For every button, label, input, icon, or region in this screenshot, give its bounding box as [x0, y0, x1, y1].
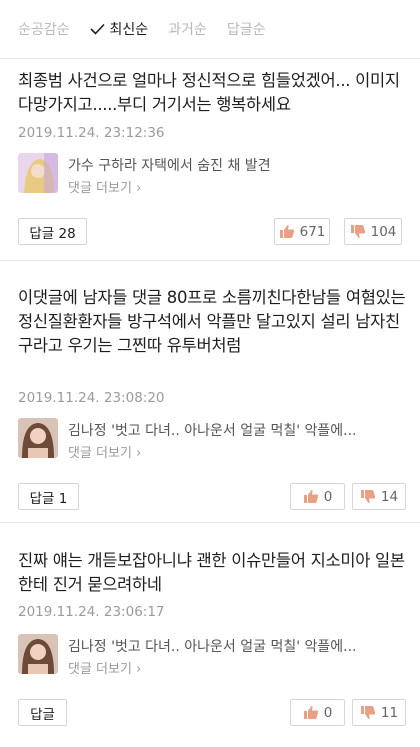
thumbs-down-icon [360, 490, 376, 503]
comment-item: 최종범 사건으로 얼마나 정신적으로 힘들었겠어... 이미지 다망가지고...… [0, 59, 420, 260]
thumbs-up-icon [279, 225, 294, 238]
sort-tab-replies[interactable]: 답글순 [227, 19, 266, 39]
comment-date: 2019.11.24. 23:12:36 [18, 125, 165, 141]
like-button[interactable]: 671 [274, 218, 330, 245]
article-link[interactable]: 김나정 '벗고 다녀.. 아나운서 얼굴 먹칠' 악플에... 댓글 더보기 › [18, 634, 418, 680]
more-comments-link[interactable]: 댓글 더보기 › [68, 177, 141, 196]
sort-tab-latest[interactable]: 최신순 [89, 19, 148, 39]
article-thumbnail [18, 153, 58, 193]
thumbs-up-icon [303, 490, 318, 503]
article-thumbnail [18, 418, 58, 458]
comment-text: 진짜 얘는 개듣보잡아니냐 괜한 이슈만들어 지소미아 일본한테 진거 묻으려하… [18, 551, 405, 594]
more-comments-link[interactable]: 댓글 더보기 › [68, 658, 141, 677]
sort-bar: 순공감순 최신순 과거순 답글순 [0, 0, 420, 58]
article-link[interactable]: 가수 구하라 자택에서 숨진 채 발견 댓글 더보기 › [18, 153, 418, 199]
like-button[interactable]: 0 [290, 699, 345, 726]
more-comments-link[interactable]: 댓글 더보기 › [68, 442, 141, 461]
reply-button[interactable]: 답글 [18, 699, 67, 726]
sort-tab-oldest[interactable]: 과거순 [168, 19, 207, 39]
comment-item: 이댓글에 남자들 댓글 80프로 소름끼친다한남들 여혐있는 정신질환환자들 방… [0, 261, 420, 522]
reply-button[interactable]: 답글 28 [18, 218, 87, 245]
comment-date: 2019.11.24. 23:08:20 [18, 390, 165, 406]
like-button[interactable]: 0 [290, 483, 345, 510]
sort-tab-popular[interactable]: 순공감순 [18, 19, 70, 39]
comment-item: 진짜 얘는 개듣보잡아니냐 괜한 이슈만들어 지소미아 일본한테 진거 묻으려하… [0, 523, 420, 747]
dislike-button[interactable]: 14 [352, 483, 406, 510]
comment-date: 2019.11.24. 23:06:17 [18, 604, 165, 620]
dislike-button[interactable]: 11 [352, 699, 406, 726]
thumbs-down-icon [350, 225, 365, 238]
article-thumbnail [18, 634, 58, 674]
comment-text: 이댓글에 남자들 댓글 80프로 소름끼친다한남들 여혐있는 정신질환환자들 방… [18, 288, 406, 355]
thumbs-up-icon [303, 706, 318, 719]
reply-button[interactable]: 답글 1 [18, 483, 79, 510]
comment-text: 최종범 사건으로 얼마나 정신적으로 힘들었겠어... 이미지 다망가지고...… [18, 71, 400, 114]
article-title: 가수 구하라 자택에서 숨진 채 발견 [68, 158, 271, 174]
article-title: 김나정 '벗고 다녀.. 아나운서 얼굴 먹칠' 악플에... [68, 639, 357, 655]
thumbs-down-icon [360, 706, 376, 719]
article-title: 김나정 '벗고 다녀.. 아나운서 얼굴 먹칠' 악플에... [68, 423, 357, 439]
dislike-button[interactable]: 104 [344, 218, 402, 245]
checkmark-icon [89, 23, 105, 35]
article-link[interactable]: 김나정 '벗고 다녀.. 아나운서 얼굴 먹칠' 악플에... 댓글 더보기 › [18, 418, 418, 464]
